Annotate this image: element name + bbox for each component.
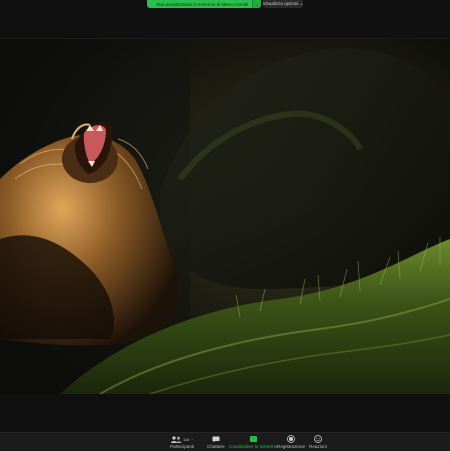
share-screen-label: Condividere lo schermo <box>229 444 278 449</box>
shared-screen <box>0 39 450 394</box>
participants-label: Partecipanti <box>170 444 195 449</box>
chat-button[interactable]: Chattare <box>207 435 225 449</box>
shared-image-baboon <box>0 39 450 394</box>
reactions-button[interactable]: Reazioni <box>309 435 327 449</box>
share-notice-dropdown-icon[interactable]: ⌄ <box>252 0 261 8</box>
share-screen-button[interactable]: ↑ Condividere lo schermo <box>229 435 277 449</box>
participants-button[interactable]: 116 ^ Partecipanti <box>170 435 194 449</box>
view-options-button[interactable]: Visualizza opzioni ⌄ <box>263 0 303 8</box>
record-label: Registrazione <box>277 444 306 449</box>
record-button[interactable]: Registrazione <box>277 435 305 449</box>
chat-bubble-icon <box>212 436 220 442</box>
chat-label: Chattare <box>207 444 225 449</box>
share-notice-text: Stai visualizzando lo schermo di Marco G… <box>156 1 248 7</box>
participants-caret-icon[interactable]: ^ <box>191 437 193 442</box>
top-bar: Stai visualizzando lo schermo di Marco G… <box>0 0 450 38</box>
viewer-bottom-area <box>0 394 450 432</box>
screen-share-notice[interactable]: Stai visualizzando lo schermo di Marco G… <box>147 0 261 8</box>
smiley-icon <box>314 435 322 443</box>
share-screen-icon: ↑ <box>249 436 257 442</box>
record-icon <box>287 435 295 443</box>
meeting-toolbar: 116 ^ Partecipanti Chattare ↑ Condivider… <box>0 432 450 451</box>
people-icon <box>170 435 182 443</box>
reactions-label: Reazioni <box>309 444 327 449</box>
participants-count: 116 <box>182 436 190 442</box>
